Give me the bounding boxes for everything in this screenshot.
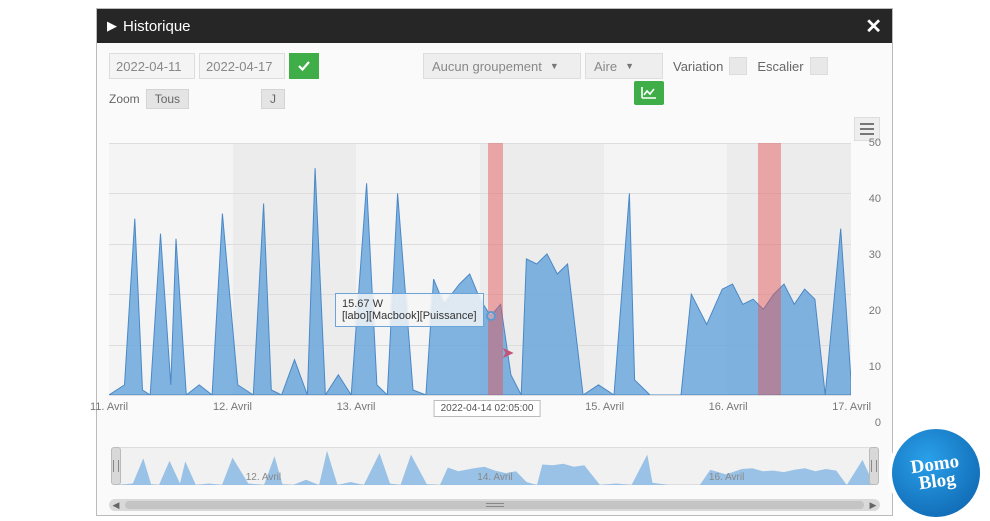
- x-tick: 13. Avril: [337, 401, 376, 413]
- chevron-right-icon: ▶: [107, 18, 117, 34]
- value-tooltip: 15.67 W [labo][Macbook][Puissance]: [335, 293, 484, 327]
- y-tick: 40: [869, 193, 881, 205]
- scroll-right-icon[interactable]: ▶: [866, 500, 880, 511]
- scroll-left-icon[interactable]: ◀: [109, 500, 123, 511]
- caret-down-icon: ▼: [550, 61, 559, 71]
- x-tick: 17. Avril: [832, 401, 871, 413]
- y-tick: 50: [869, 137, 881, 149]
- zoom-bar: Zoom Tous J: [97, 85, 892, 113]
- nav-x-tick: 16. Avril: [709, 472, 744, 483]
- area-series: [109, 143, 851, 395]
- chart-type-label: Aire: [594, 59, 617, 74]
- grouping-label: Aucun groupement: [432, 59, 542, 74]
- close-icon[interactable]: ✕: [865, 14, 882, 39]
- zoom-label: Zoom: [109, 92, 140, 106]
- domoblog-logo: Domo Blog: [888, 425, 984, 521]
- hover-point-marker: [486, 311, 496, 321]
- zoom-all-button[interactable]: Tous: [146, 89, 189, 109]
- main-chart[interactable]: 15.67 W [labo][Macbook][Puissance] ➤ 50 …: [109, 143, 881, 423]
- x-tick: 16. Avril: [709, 401, 748, 413]
- line-chart-icon: [641, 86, 657, 100]
- y-tick: 0: [875, 417, 881, 429]
- toolbar: Aucun groupement ▼ Aire ▼ Variation Esca…: [97, 43, 892, 85]
- crosshair-time-label: 2022-04-14 02:05:00: [434, 400, 541, 417]
- caret-down-icon: ▼: [625, 61, 634, 71]
- zoom-day-button[interactable]: J: [261, 89, 285, 109]
- x-tick: 11. Avril: [90, 401, 128, 413]
- scrollbar-thumb[interactable]: [125, 501, 864, 509]
- navigator-scrollbar[interactable]: ◀ ▶: [109, 499, 880, 511]
- check-icon: [297, 59, 311, 73]
- titlebar: ▶ Historique ✕: [97, 9, 892, 43]
- nav-x-tick: 14. Avril: [477, 472, 512, 483]
- variation-checkbox[interactable]: [729, 57, 747, 75]
- variation-label: Variation: [673, 59, 723, 74]
- logo-text: Domo Blog: [890, 450, 982, 496]
- cursor-icon: ➤: [501, 343, 514, 363]
- y-tick: 30: [869, 249, 881, 261]
- date-from-input[interactable]: [109, 53, 195, 79]
- tooltip-value: 15.67 W: [342, 298, 477, 310]
- tooltip-series: [labo][Macbook][Puissance]: [342, 310, 477, 322]
- escalier-checkbox[interactable]: [810, 57, 828, 75]
- date-to-input[interactable]: [199, 53, 285, 79]
- x-tick: 15. Avril: [585, 401, 624, 413]
- history-panel: ▶ Historique ✕ Aucun groupement ▼ Aire ▼…: [96, 8, 893, 516]
- navigator[interactable]: 12. Avril 14. Avril 16. Avril: [109, 447, 881, 497]
- x-tick: 12. Avril: [213, 401, 252, 413]
- navigator-handle-left[interactable]: [111, 447, 121, 485]
- nav-x-tick: 12. Avril: [246, 472, 281, 483]
- navigator-handle-right[interactable]: [869, 447, 879, 485]
- y-tick: 20: [869, 305, 881, 317]
- panel-title: Historique: [123, 18, 191, 35]
- grouping-dropdown[interactable]: Aucun groupement ▼: [423, 53, 581, 79]
- compare-chart-button[interactable]: [634, 81, 664, 105]
- escalier-label: Escalier: [757, 59, 803, 74]
- highlight-band: [758, 143, 781, 395]
- apply-date-button[interactable]: [289, 53, 319, 79]
- y-tick: 10: [869, 361, 881, 373]
- chart-type-dropdown[interactable]: Aire ▼: [585, 53, 663, 79]
